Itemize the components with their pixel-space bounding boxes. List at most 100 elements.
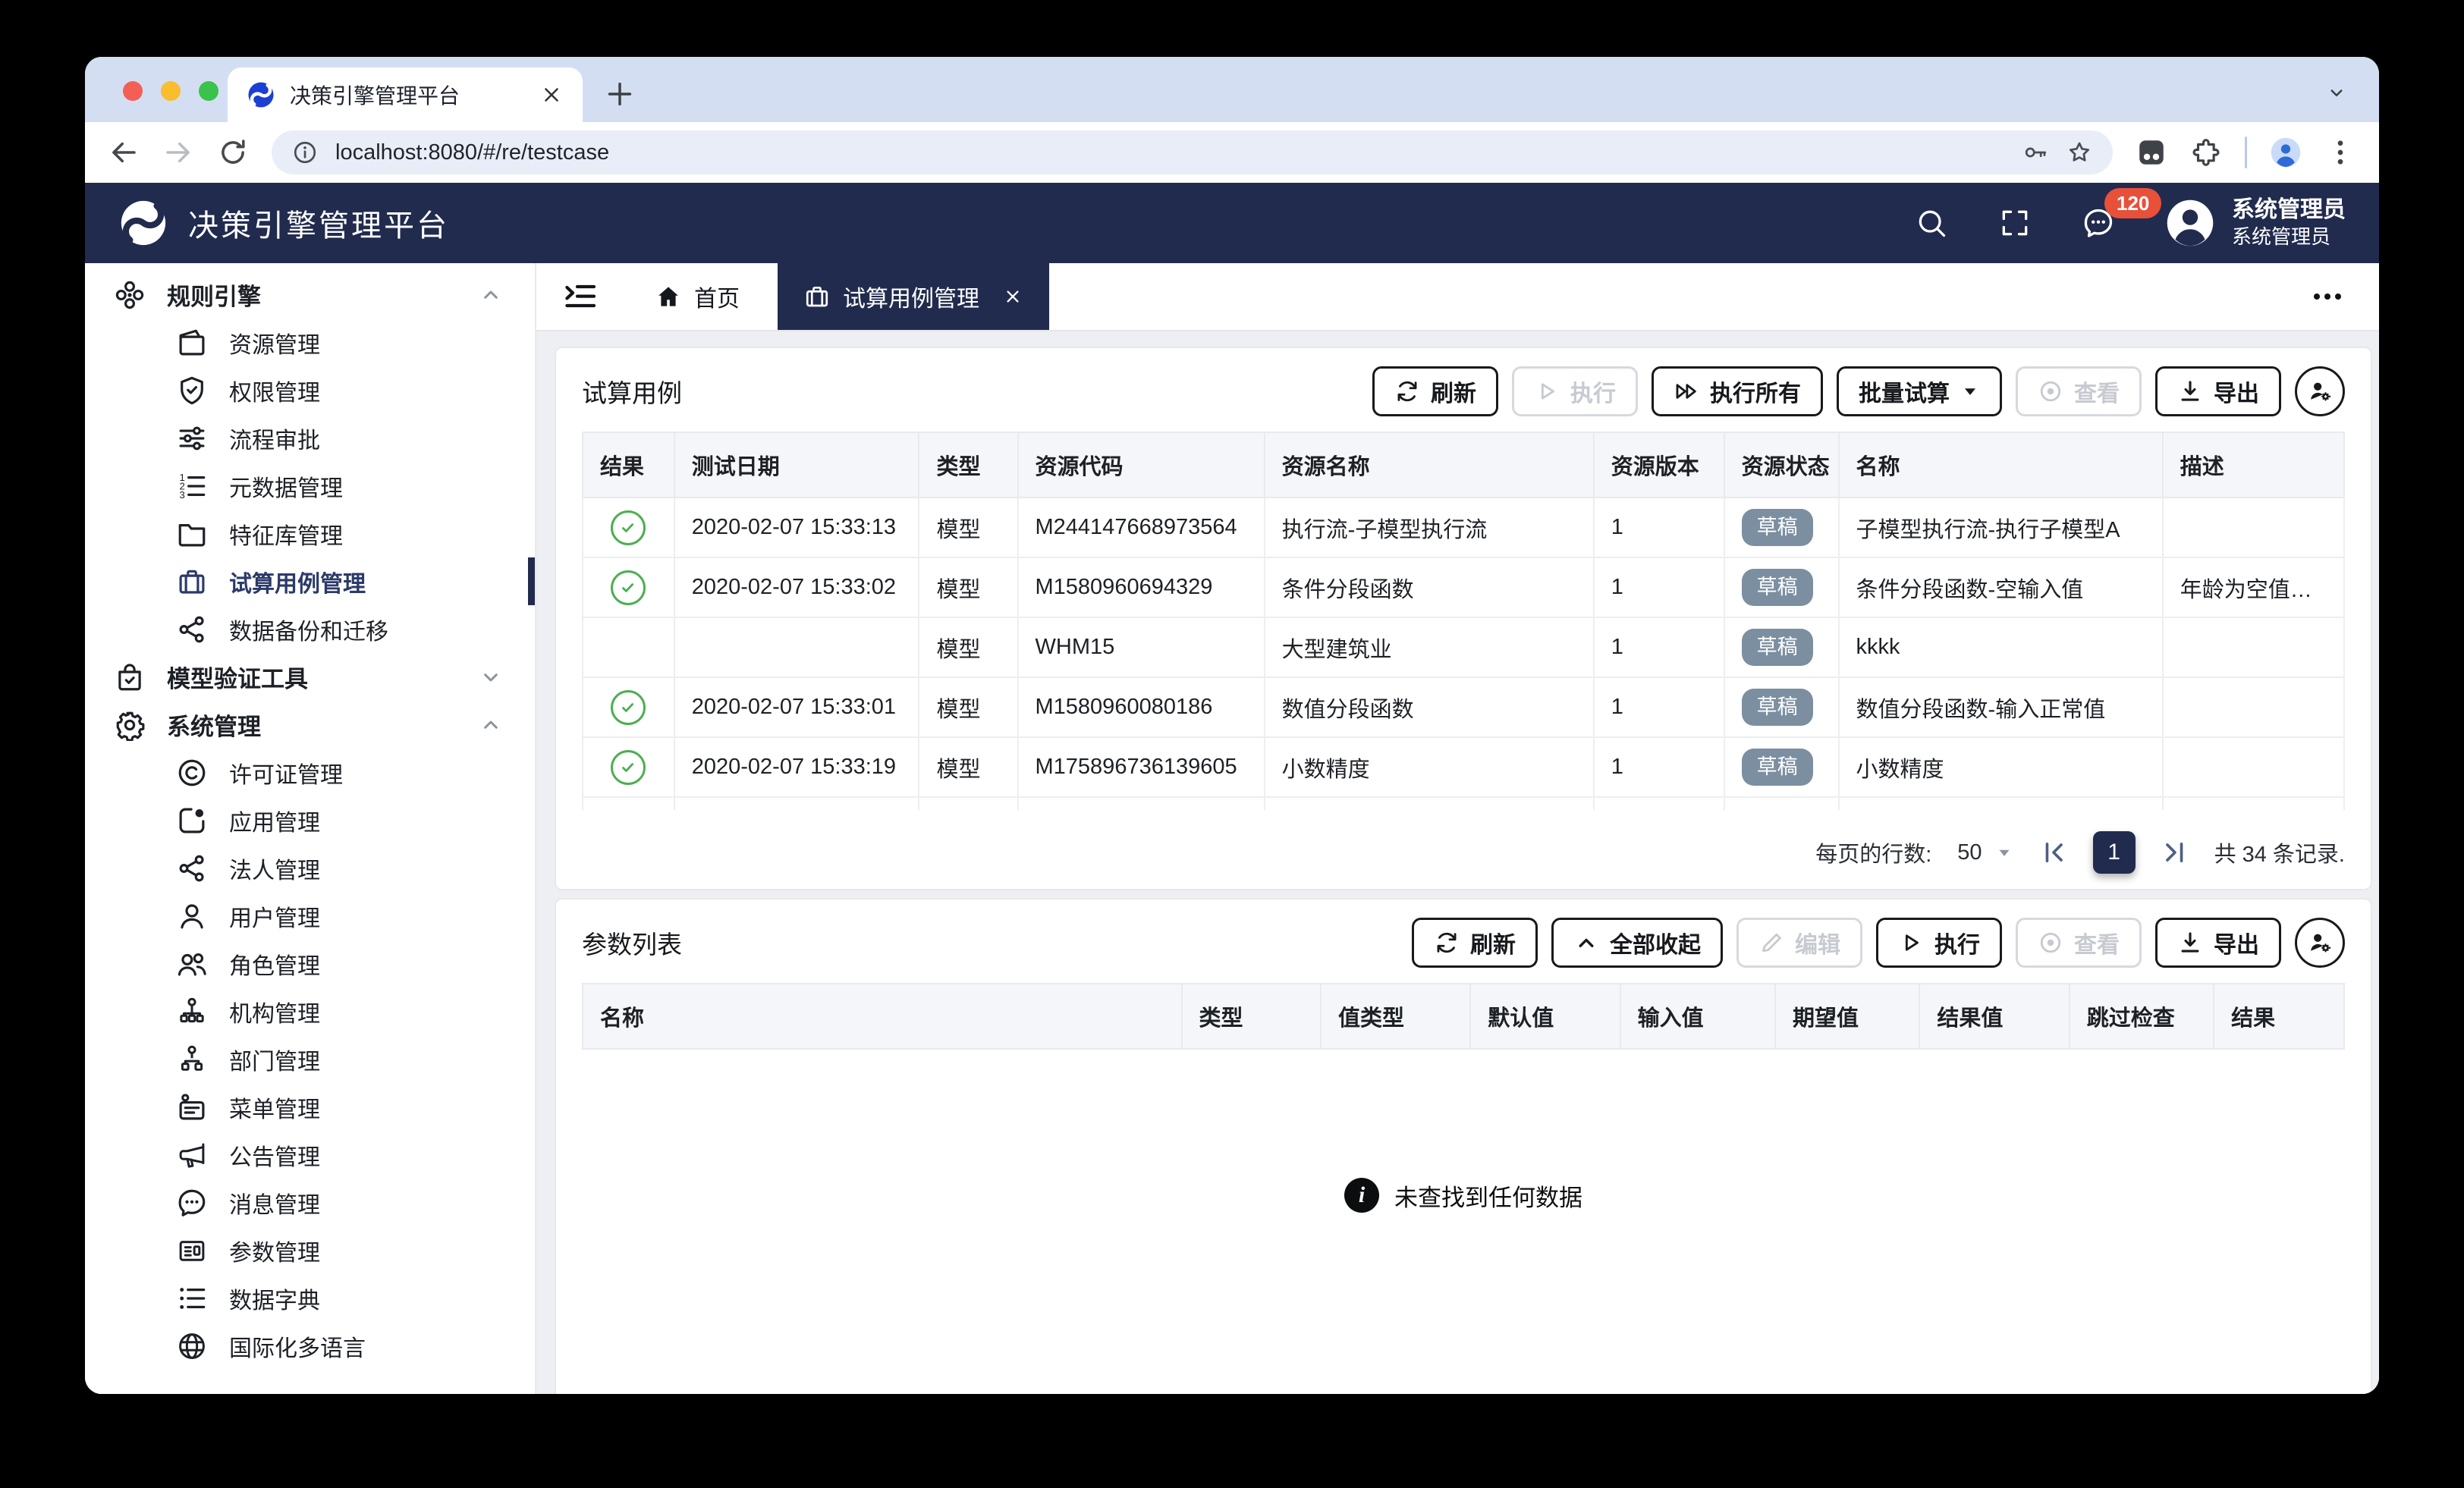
tab-search-button[interactable]	[2318, 77, 2355, 108]
cell-name: 子模型执行流-执行子模型A	[1839, 498, 2163, 557]
col-type: 类型	[919, 432, 1017, 498]
zoom-window-button[interactable]	[199, 81, 218, 101]
button-label: 导出	[2214, 375, 2259, 408]
extensions-puzzle-icon[interactable]	[2190, 137, 2222, 168]
page-size-value: 50	[1957, 840, 1982, 865]
sidebar-fold-icon[interactable]	[562, 278, 599, 315]
browser-menu-icon[interactable]	[2324, 137, 2356, 168]
sidebar-item-menus[interactable]: 菜单管理	[85, 1083, 535, 1131]
export-button[interactable]: 导出	[2155, 366, 2281, 416]
sidebar-item-org[interactable]: 机构管理	[85, 987, 535, 1035]
empty-state: i 未查找到任何数据	[582, 1050, 2345, 1394]
page-size-select[interactable]: 50	[1957, 840, 2013, 865]
minimize-window-button[interactable]	[161, 81, 181, 101]
column-settings-button[interactable]	[2295, 366, 2345, 416]
site-info-icon[interactable]	[291, 139, 319, 166]
table-row[interactable]: 2020-02-07 15:33:02 模型 M1580960694329 条件…	[583, 557, 2344, 617]
params-refresh-button[interactable]: 刷新	[1412, 918, 1538, 968]
sidebar-group-model-tools[interactable]: 模型验证工具	[85, 653, 535, 701]
batch-calc-button[interactable]: 批量试算	[1837, 366, 2002, 416]
user-menu[interactable]: 系统管理员 系统管理员	[2165, 196, 2346, 250]
view-button[interactable]: 查看	[2016, 366, 2142, 416]
sidebar-group-rule-engine[interactable]: 规则引擎	[85, 271, 535, 319]
forward-icon[interactable]	[162, 137, 194, 168]
password-key-icon[interactable]	[2022, 139, 2049, 166]
cell-code: M175896736139605	[1018, 737, 1265, 797]
edit-button[interactable]: 编辑	[1736, 918, 1862, 968]
reload-icon[interactable]	[217, 137, 249, 168]
tab-testcase-active[interactable]: 试算用例管理	[778, 263, 1049, 330]
user-name: 系统管理员	[2232, 196, 2346, 224]
sidebar-item-i18n[interactable]: 国际化多语言	[85, 1322, 535, 1370]
fullscreen-icon[interactable]	[1998, 206, 2032, 240]
sidebar-item-users[interactable]: 用户管理	[85, 892, 535, 940]
sidebar-item-license[interactable]: 许可证管理	[85, 749, 535, 796]
empty-text: 未查找到任何数据	[1394, 1179, 1582, 1213]
refresh-button[interactable]: 刷新	[1372, 366, 1498, 416]
more-options-icon[interactable]	[2309, 278, 2346, 315]
cell-resname: 执行流-子模型执行流	[1265, 498, 1594, 557]
tab-close-icon[interactable]	[1002, 286, 1023, 307]
sidebar-item-feature[interactable]: 特征库管理	[85, 510, 535, 557]
table-row[interactable]: 2020-02-07 15:33:13 模型 M244147668973564 …	[583, 498, 2344, 557]
tab-close-icon[interactable]	[540, 83, 563, 106]
draft-badge: 草稿	[1742, 569, 1813, 606]
home-icon	[655, 283, 682, 310]
table-row[interactable]: 2020-02-07 15:33:01 模型 M1580960080186 数值…	[583, 677, 2344, 737]
tab-home[interactable]: 首页	[629, 263, 765, 330]
sidebar-item-apps[interactable]: 应用管理	[85, 796, 535, 844]
cell-name: 小数精度	[1839, 737, 2163, 797]
sidebar-item-backup[interactable]: 数据备份和迁移	[85, 605, 535, 653]
sidebar-item-metadata[interactable]: 123 元数据管理	[85, 462, 535, 510]
params-view-button[interactable]: 查看	[2016, 918, 2142, 968]
messages-button[interactable]: 120	[2082, 206, 2115, 240]
table-header-row: 结果 测试日期 类型 资源代码 资源名称 资源版本 资源状态 名称 描述	[583, 432, 2344, 498]
first-page-icon[interactable]	[2040, 839, 2067, 866]
url-text: localhost:8080/#/re/testcase	[335, 140, 2005, 165]
address-bar[interactable]: localhost:8080/#/re/testcase	[272, 130, 2113, 174]
sidebar-item-label: 权限管理	[229, 374, 320, 407]
new-tab-button[interactable]	[602, 77, 637, 111]
sidebar-item-roles[interactable]: 角色管理	[85, 940, 535, 987]
sidebar-item-params[interactable]: 参数管理	[85, 1226, 535, 1274]
sidebar-group-system[interactable]: 系统管理	[85, 701, 535, 749]
search-icon[interactable]	[1915, 206, 1948, 240]
sidebar-item-testcase[interactable]: 试算用例管理	[85, 557, 535, 605]
sidebar-item-dictionary[interactable]: 数据字典	[85, 1274, 535, 1322]
sidebar-item-dept[interactable]: 部门管理	[85, 1035, 535, 1083]
button-label: 查看	[2074, 375, 2120, 408]
sidebar-item-notices[interactable]: 公告管理	[85, 1131, 535, 1179]
params-export-button[interactable]: 导出	[2155, 918, 2281, 968]
table-row[interactable]: 模型 WHM15 大型建筑业 1 草稿 kkkk	[583, 617, 2344, 677]
collapse-all-button[interactable]: 全部收起	[1551, 918, 1723, 968]
col-name: 名称	[1839, 432, 2163, 498]
browser-tab[interactable]: 决策引擎管理平台	[228, 67, 583, 122]
briefcase-icon	[803, 283, 831, 310]
sidebar-item-legal-entity[interactable]: 法人管理	[85, 844, 535, 892]
sidebar-item-label: 角色管理	[229, 947, 320, 981]
cell-version: 1	[1594, 737, 1724, 797]
sidebar-item-permission[interactable]: 权限管理	[85, 366, 535, 414]
params-execute-button[interactable]: 执行	[1876, 918, 2002, 968]
sidebar-item-approval[interactable]: 流程审批	[85, 414, 535, 462]
close-window-button[interactable]	[123, 81, 143, 101]
user-avatar-icon	[2165, 198, 2215, 248]
extension-app-icon[interactable]	[2136, 137, 2167, 168]
bookmark-star-icon[interactable]	[2066, 139, 2093, 166]
check-circle-icon	[611, 690, 646, 725]
back-icon[interactable]	[108, 137, 140, 168]
check-circle-icon	[611, 570, 646, 605]
table-row[interactable]: 2020-02-07 15:33:19 模型 M175896736139605 …	[583, 737, 2344, 797]
browser-profile-icon[interactable]	[2270, 137, 2302, 168]
sidebar-item-resource[interactable]: 资源管理	[85, 319, 535, 366]
col-status: 资源状态	[1724, 432, 1839, 498]
execute-button[interactable]: 执行	[1512, 366, 1638, 416]
sidebar-item-label: 公告管理	[229, 1138, 320, 1172]
params-column-settings-button[interactable]	[2295, 918, 2345, 968]
execute-all-button[interactable]: 执行所有	[1652, 366, 1823, 416]
current-page-button[interactable]: 1	[2093, 831, 2136, 874]
sidebar-item-messages[interactable]: 消息管理	[85, 1179, 535, 1226]
col-value-type: 值类型	[1321, 984, 1470, 1049]
chevron-up-icon	[1573, 930, 1599, 956]
last-page-icon[interactable]	[2161, 839, 2189, 866]
